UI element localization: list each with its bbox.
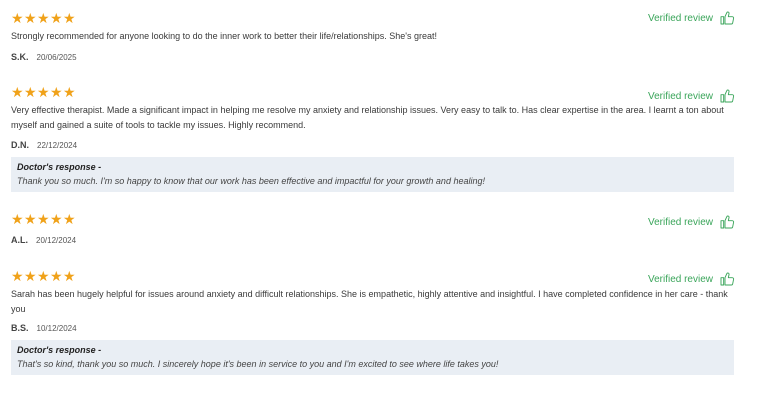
verified-review-label: Verified review	[647, 273, 713, 285]
review-text: Strongly recommended for anyone looking …	[11, 31, 437, 41]
review-text: Very effective therapist. Made a signifi…	[11, 105, 724, 130]
reviewer-initials: D.N.	[11, 140, 29, 150]
star-rating: ★ ★ ★ ★ ★	[11, 270, 76, 284]
star-icon: ★	[37, 85, 50, 101]
reviews-list: ★ ★ ★ ★ ★ Verified review Strongly recom…	[0, 0, 768, 407]
thumbs-up-icon[interactable]	[719, 88, 735, 104]
doctor-response-text: That's so kind, thank you so much. I sin…	[17, 359, 499, 369]
star-icon: ★	[24, 11, 37, 27]
verified-review-badge: Verified review	[648, 214, 735, 230]
star-icon: ★	[11, 212, 24, 228]
reviewer-initials: S.K.	[11, 52, 29, 62]
star-rating: ★ ★ ★ ★ ★	[11, 213, 76, 227]
review-date: 22/12/2024	[37, 141, 78, 150]
review-text: Sarah has been hugely helpful for issues…	[11, 289, 728, 314]
review-date: 10/12/2024	[36, 324, 77, 333]
review-date: 20/06/2025	[36, 53, 77, 62]
star-icon: ★	[63, 85, 76, 101]
review-meta: D.N. 22/12/2024	[11, 140, 77, 150]
star-icon: ★	[37, 11, 50, 27]
review-date: 20/12/2024	[36, 236, 77, 245]
star-icon: ★	[37, 269, 50, 285]
review-meta: B.S. 10/12/2024	[11, 323, 77, 333]
star-icon: ★	[37, 212, 50, 228]
review-card: ★ ★ ★ ★ ★ Verified review Very effective…	[11, 86, 735, 194]
star-icon: ★	[11, 85, 24, 101]
star-rating: ★ ★ ★ ★ ★	[11, 86, 76, 100]
star-icon: ★	[24, 85, 37, 101]
doctor-response-title: Doctor's response -	[17, 345, 102, 355]
verified-review-label: Verified review	[647, 216, 713, 228]
star-icon: ★	[50, 11, 63, 27]
verified-review-label: Verified review	[647, 12, 713, 24]
doctor-response-text: Thank you so much. I'm so happy to know …	[17, 176, 485, 186]
star-icon: ★	[24, 269, 37, 285]
verified-review-badge: Verified review	[648, 88, 735, 104]
star-icon: ★	[11, 269, 24, 285]
star-icon: ★	[11, 11, 24, 27]
review-meta: S.K. 20/06/2025	[11, 52, 77, 62]
star-icon: ★	[50, 269, 63, 285]
verified-review-label: Verified review	[647, 90, 713, 102]
doctor-response-title: Doctor's response -	[17, 162, 102, 172]
review-meta: A.L. 20/12/2024	[11, 235, 76, 245]
thumbs-up-icon[interactable]	[719, 214, 735, 230]
star-rating: ★ ★ ★ ★ ★	[11, 12, 76, 26]
thumbs-up-icon[interactable]	[719, 271, 735, 287]
star-icon: ★	[63, 11, 76, 27]
star-icon: ★	[63, 212, 76, 228]
thumbs-up-icon[interactable]	[719, 10, 735, 26]
review-card: ★ ★ ★ ★ ★ Verified review A.L. 20/12/202…	[11, 213, 735, 248]
reviewer-initials: B.S.	[11, 323, 29, 333]
review-card: ★ ★ ★ ★ ★ Verified review Sarah has been…	[11, 270, 735, 378]
star-icon: ★	[24, 212, 37, 228]
star-icon: ★	[63, 269, 76, 285]
doctor-response: Doctor's response - That's so kind, than…	[11, 340, 734, 375]
star-icon: ★	[50, 85, 63, 101]
reviewer-initials: A.L.	[11, 235, 28, 245]
doctor-response: Doctor's response - Thank you so much. I…	[11, 157, 734, 192]
verified-review-badge: Verified review	[648, 10, 735, 26]
verified-review-badge: Verified review	[648, 271, 735, 287]
review-card: ★ ★ ★ ★ ★ Verified review Strongly recom…	[11, 10, 735, 67]
star-icon: ★	[50, 212, 63, 228]
